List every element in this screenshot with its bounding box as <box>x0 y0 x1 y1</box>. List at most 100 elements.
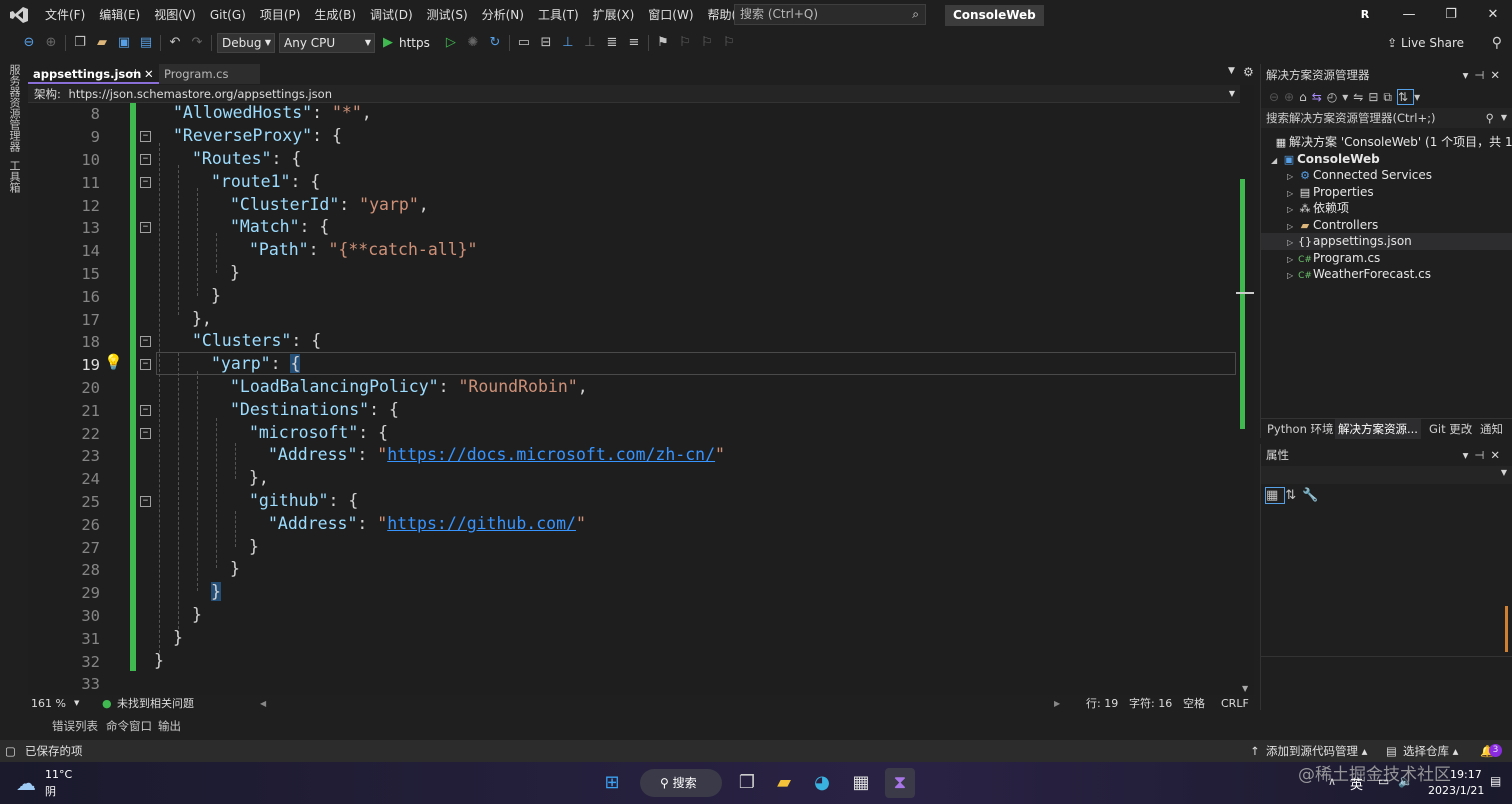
clear-bookmark-icon[interactable]: ⚐ <box>718 32 740 54</box>
whitespace-indicator[interactable]: 空格 <box>1183 695 1205 712</box>
tree-solution[interactable]: ▦ 解决方案 'ConsoleWeb' (1 个项目，共 1 个) <box>1261 134 1512 151</box>
scroll-right-icon[interactable]: ▶ <box>1054 695 1060 712</box>
menu-git[interactable]: Git(G) <box>203 0 253 30</box>
fold-toggle[interactable]: − <box>140 336 151 347</box>
fold-toggle[interactable]: − <box>140 222 151 233</box>
tab-command-window[interactable]: 命令窗口 <box>106 718 152 734</box>
collapse-icon[interactable]: ⊟ <box>1368 90 1383 104</box>
menu-tools[interactable]: 工具(T) <box>531 0 586 30</box>
tab-git-changes[interactable]: Git 更改 <box>1429 419 1472 439</box>
fold-toggle[interactable]: − <box>140 496 151 507</box>
tree-item[interactable]: ▷ C#Program.cs <box>1261 250 1512 267</box>
code-editor[interactable]: 💡 8 9 10 11 12 13 14 15 16 17 18 19 20 2… <box>28 103 1240 695</box>
line-ending-indicator[interactable]: CRLF <box>1221 695 1249 712</box>
undo-icon[interactable]: ↶ <box>164 32 186 54</box>
issues-status[interactable]: 未找到相关问题 <box>117 695 194 712</box>
collapsed-icon[interactable]: ▷ <box>1287 234 1297 251</box>
volume-icon[interactable]: 🔈 <box>1398 774 1413 788</box>
line-indicator[interactable]: 行: 19 <box>1086 695 1118 712</box>
menu-edit[interactable]: 编辑(E) <box>92 0 147 30</box>
chevron-down-icon[interactable]: ▼ <box>1501 108 1507 128</box>
tab-error-list[interactable]: 错误列表 <box>52 718 98 734</box>
notification-center-icon[interactable]: ▤ <box>1490 774 1501 788</box>
more-icon[interactable]: ▾ <box>1414 90 1425 104</box>
edge-icon[interactable]: ◕ <box>807 768 837 798</box>
scroll-left-icon[interactable]: ◀ <box>260 695 266 712</box>
tree-item[interactable]: ▷ C#WeatherForecast.cs <box>1261 266 1512 283</box>
open-folder-icon[interactable]: ▰ <box>91 32 113 54</box>
panel-controls[interactable]: ▾⊣✕ <box>1463 444 1506 466</box>
live-share-button[interactable]: ⇪ Live Share <box>1387 32 1464 54</box>
wrench-icon[interactable]: 🔧 <box>1302 488 1324 503</box>
browse-icon[interactable]: ▭ <box>513 32 535 54</box>
categorized-icon[interactable]: ▦ <box>1265 487 1286 504</box>
run-profile-label[interactable]: https <box>399 36 430 50</box>
tab-solution-explorer[interactable]: 解决方案资源... <box>1335 419 1421 439</box>
fold-toggle[interactable]: − <box>140 428 151 439</box>
chevron-down-icon[interactable]: ▼ <box>1229 85 1235 103</box>
start-debug-icon[interactable]: ▶ <box>377 32 399 54</box>
pin-icon[interactable]: ⊣ <box>128 64 137 84</box>
menu-analyze[interactable]: 分析(N) <box>475 0 531 30</box>
back-icon[interactable]: ⊖ <box>18 32 40 54</box>
search-input[interactable]: 搜索 (Ctrl+Q) ⌕ <box>734 4 926 25</box>
outdent-icon[interactable]: ≡ <box>623 32 645 54</box>
hot-reload-icon[interactable]: ✺ <box>462 32 484 54</box>
menu-window[interactable]: 窗口(W) <box>641 0 700 30</box>
tab-list-icon[interactable]: ▼ <box>1228 66 1235 76</box>
home-icon[interactable]: ⌂ <box>1299 90 1312 104</box>
collapsed-icon[interactable]: ▷ <box>1287 267 1297 284</box>
clock-time[interactable]: 19:17 <box>1450 768 1482 781</box>
url-link[interactable]: https://github.com/ <box>387 514 576 533</box>
taskbar-search[interactable]: ⚲ 搜索 <box>640 769 722 797</box>
tab-appsettings-json[interactable]: appsettings.json ⊣ ✕ <box>28 64 159 84</box>
weather-icon[interactable]: ☁ <box>16 771 36 795</box>
save-icon[interactable]: ▣ <box>113 32 135 54</box>
menu-build[interactable]: 生成(B) <box>307 0 363 30</box>
tree-item[interactable]: ▷ ▤ Properties <box>1261 184 1512 201</box>
tab-program-cs[interactable]: Program.cs <box>159 64 260 84</box>
solution-search-input[interactable]: 搜索解决方案资源管理器(Ctrl+;) ⚲ ▼ <box>1261 108 1512 128</box>
maximize-button[interactable]: ❐ <box>1428 0 1474 30</box>
new-project-icon[interactable]: ❐ <box>69 32 91 54</box>
panel-controls[interactable]: ▾⊣✕ <box>1463 64 1506 86</box>
close-icon[interactable]: ✕ <box>144 64 154 84</box>
chevron-down-icon[interactable]: ▼ <box>1501 468 1507 477</box>
lightbulb-icon[interactable]: 💡 <box>104 353 123 371</box>
fold-toggle[interactable]: − <box>140 177 151 188</box>
menu-file[interactable]: 文件(F) <box>38 0 92 30</box>
close-button[interactable]: ✕ <box>1470 0 1512 30</box>
fold-toggle[interactable]: − <box>140 405 151 416</box>
chevron-down-icon[interactable]: ▼ <box>74 695 79 712</box>
network-icon[interactable]: ▭ <box>1378 774 1389 788</box>
ime-indicator[interactable]: 英 <box>1350 774 1363 793</box>
tray-chevron-icon[interactable]: ∧ <box>1328 775 1336 788</box>
add-source-control-button[interactable]: 添加到源代码管理 ▴ <box>1266 740 1367 762</box>
feedback-icon[interactable]: ⚲ <box>1492 32 1502 54</box>
toolbox-tab[interactable]: 工具箱 <box>6 160 22 193</box>
select-repo-button[interactable]: 选择仓库 ▴ <box>1403 740 1458 762</box>
fold-toggle[interactable]: − <box>140 131 151 142</box>
step-over-icon[interactable]: ⊥ <box>579 32 601 54</box>
alphabetical-icon[interactable]: ⇅ <box>1285 488 1302 503</box>
preview-icon[interactable]: ⇅ <box>1397 89 1415 105</box>
menu-test[interactable]: 测试(S) <box>420 0 475 30</box>
start-icon[interactable]: ⊞ <box>597 768 627 798</box>
resize-handle[interactable] <box>1505 606 1508 652</box>
tab-python-env[interactable]: Python 环境 <box>1267 419 1334 439</box>
column-indicator[interactable]: 字符: 16 <box>1129 695 1172 712</box>
tree-item[interactable]: ▷ ▰ Controllers <box>1261 217 1512 234</box>
indent-icon[interactable]: ≣ <box>601 32 623 54</box>
prev-bookmark-icon[interactable]: ⚐ <box>674 32 696 54</box>
sync-icon[interactable]: ⇋ <box>1353 90 1368 104</box>
tree-item[interactable]: ▷ ⚙ Connected Services <box>1261 167 1512 184</box>
visual-studio-taskbar-icon[interactable]: ⧗ <box>885 768 915 798</box>
zoom-level[interactable]: 161 % <box>31 695 66 712</box>
settings-icon[interactable]: ⚙ <box>1243 65 1254 79</box>
schema-bar[interactable]: 架构: https://json.schemastore.org/appsett… <box>28 85 1240 103</box>
scroll-down-icon[interactable]: ▼ <box>1242 684 1248 693</box>
tree-item[interactable]: ▷ ⁂ 依赖项 <box>1261 200 1512 217</box>
menu-project[interactable]: 项目(P) <box>253 0 308 30</box>
task-view-icon[interactable]: ❐ <box>732 768 762 798</box>
object-select[interactable]: ▼ <box>1261 466 1512 484</box>
